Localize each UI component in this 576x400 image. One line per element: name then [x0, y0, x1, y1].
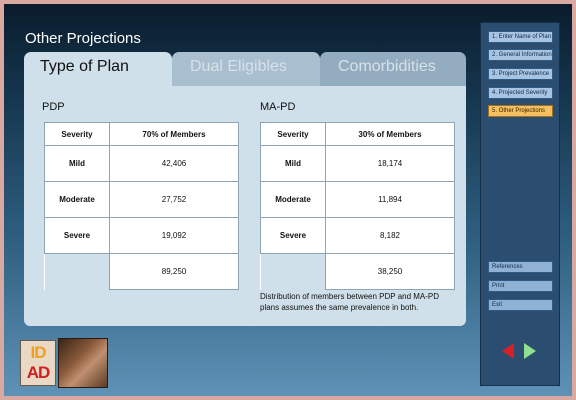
column-header-severity: Severity — [260, 122, 326, 146]
total-cell: 38,250 — [325, 253, 455, 290]
table-header-row: Severity 30% of Members — [260, 122, 455, 146]
value-cell: 19,092 — [109, 217, 239, 254]
blank-cell — [260, 253, 326, 290]
severity-cell: Severe — [260, 217, 326, 254]
nav-item-project-prevalence[interactable]: 3. Project Prevalence — [488, 68, 553, 80]
table-row: Moderate 11,894 — [260, 181, 455, 218]
mapd-section-title: MA-PD — [260, 101, 296, 113]
nav-item-general-information[interactable]: 2. General Information — [488, 49, 553, 61]
tab-type-of-plan[interactable]: Type of Plan — [24, 52, 172, 86]
idad-logo: ID AD — [20, 340, 56, 386]
table-total-row: 38,250 — [260, 253, 455, 290]
app-frame: Other Projections Dual Eligibles Comorbi… — [0, 0, 576, 400]
nav-item-enter-name[interactable]: 1. Enter Name of Plan — [488, 31, 553, 43]
severity-cell: Severe — [44, 217, 110, 254]
tab-bar: Dual Eligibles Comorbidities Type of Pla… — [24, 52, 466, 86]
arrow-left-icon[interactable] — [502, 343, 514, 359]
total-cell: 89,250 — [109, 253, 239, 290]
hands-photo — [58, 338, 108, 388]
arrow-right-icon[interactable] — [524, 343, 536, 359]
table-row: Mild 18,174 — [260, 145, 455, 182]
severity-cell: Mild — [44, 145, 110, 182]
value-cell: 18,174 — [325, 145, 455, 182]
table-row: Severe 8,182 — [260, 217, 455, 254]
blank-cell — [44, 253, 110, 290]
mapd-table: Severity 30% of Members Mild 18,174 Mode… — [260, 122, 455, 290]
exit-button[interactable]: Exit — [488, 299, 553, 311]
logo-text-top: ID — [30, 343, 47, 362]
sidebar: 1. Enter Name of Plan 2. General Informa… — [480, 22, 560, 386]
references-button[interactable]: References — [488, 261, 553, 273]
content-panel: PDP Severity 70% of Members Mild 42,406 … — [24, 86, 466, 326]
distribution-note: Distribution of members between PDP and … — [260, 292, 440, 312]
table-row: Moderate 27,752 — [44, 181, 239, 218]
page-title: Other Projections — [25, 30, 141, 47]
table-row: Mild 42,406 — [44, 145, 239, 182]
table-total-row: 89,250 — [44, 253, 239, 290]
severity-cell: Moderate — [260, 181, 326, 218]
pdp-table: Severity 70% of Members Mild 42,406 Mode… — [44, 122, 239, 290]
nav-item-projected-severity[interactable]: 4. Projected Severity — [488, 87, 553, 99]
severity-cell: Moderate — [44, 181, 110, 218]
column-header-members: 30% of Members — [325, 122, 455, 146]
column-header-members: 70% of Members — [109, 122, 239, 146]
tab-dual-eligibles[interactable]: Dual Eligibles — [172, 52, 320, 86]
value-cell: 11,894 — [325, 181, 455, 218]
value-cell: 27,752 — [109, 181, 239, 218]
tab-comorbidities[interactable]: Comorbidities — [320, 52, 466, 86]
value-cell: 8,182 — [325, 217, 455, 254]
logo-text-bottom: AD — [26, 363, 51, 382]
table-row: Severe 19,092 — [44, 217, 239, 254]
print-button[interactable]: Print — [488, 280, 553, 292]
nav-item-other-projections[interactable]: 5. Other Projections — [488, 105, 553, 117]
severity-cell: Mild — [260, 145, 326, 182]
table-header-row: Severity 70% of Members — [44, 122, 239, 146]
value-cell: 42,406 — [109, 145, 239, 182]
app-stage: Other Projections Dual Eligibles Comorbi… — [4, 4, 572, 396]
column-header-severity: Severity — [44, 122, 110, 146]
pdp-section-title: PDP — [42, 101, 65, 113]
